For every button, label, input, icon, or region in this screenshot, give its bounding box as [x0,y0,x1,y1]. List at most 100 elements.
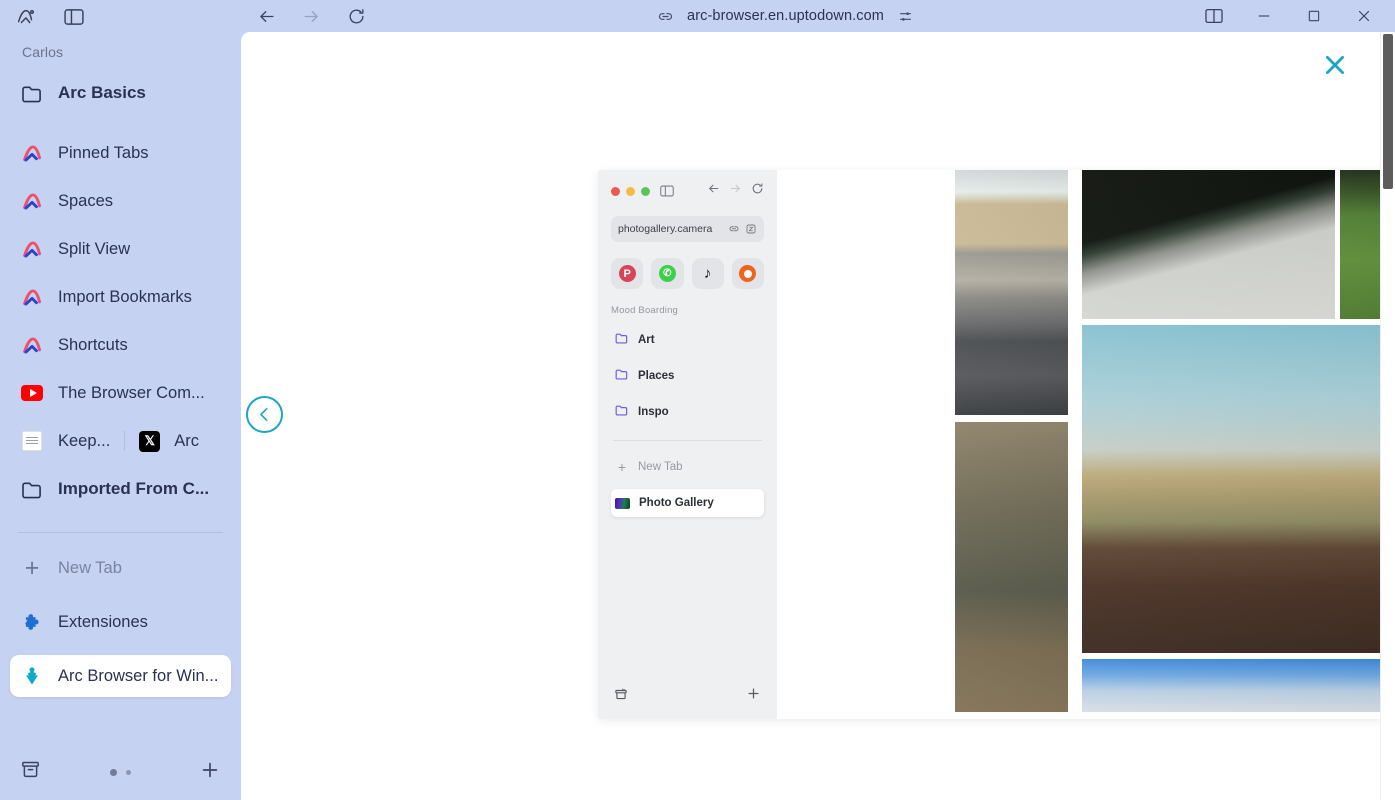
sidebar-folder-label: Imported From C... [58,479,210,498]
mock-nav-buttons [707,182,764,200]
photo-hedge-gravel-path[interactable] [1082,170,1335,319]
previous-image-button[interactable] [246,396,283,433]
sidebar-item-label: The Browser Com... [58,383,205,402]
mock-add-button[interactable] [746,686,761,706]
navigation-buttons [241,4,368,28]
mock-folder-label: Inspo [638,405,669,418]
photo-hanging-lamps-cafe[interactable] [955,422,1068,712]
close-overlay-button[interactable] [1320,50,1350,80]
add-space-button[interactable] [199,759,221,786]
mock-url-text: photogallery.camera [618,223,713,235]
mock-folder-inspo[interactable]: Inspo [611,398,764,425]
forward-icon[interactable] [299,4,323,28]
arc-logo-icon [20,189,44,213]
shortcut-pinterest-icon[interactable]: P [611,258,644,289]
plus-icon: + [24,553,40,582]
sidebar-item-label-keep[interactable]: Keep... [58,432,110,451]
sidebar-item-label: Spaces [58,191,114,210]
shortcut-tiktok-icon[interactable]: ♪ [691,258,724,289]
mock-archive-icon[interactable] [614,687,628,706]
arc-logo-icon [20,333,44,357]
sidebar-item-pinned-tabs[interactable]: Pinned Tabs [10,132,231,174]
space-dot [125,769,131,775]
sidebar-folder-imported[interactable]: Imported From C... [10,468,231,510]
sidebar-item-arc-browser-for-windows[interactable]: Arc Browser for Win... [10,655,231,697]
sidebar-folder-arc-basics[interactable]: Arc Basics [10,72,231,114]
folder-icon [615,331,629,349]
mock-reload-icon[interactable] [751,182,764,200]
youtube-icon [20,381,44,405]
folder-icon [615,403,629,421]
space-dots-indicator[interactable] [109,768,131,776]
window-controls [1203,5,1395,27]
x-twitter-icon: 𝕏 [139,429,161,453]
mock-maximize-dot[interactable] [641,186,650,196]
screenshot-preview[interactable]: photogallery.camera P ✆ ♪ Mood Boarding … [598,170,1395,719]
photo-gallery-favicon-icon [615,497,630,509]
split-view-icon[interactable] [1203,5,1225,27]
mock-new-tab-button[interactable]: + New Tab [611,453,764,480]
sidebar-bottom-bar [0,744,241,800]
maximize-button[interactable] [1303,5,1325,27]
mock-folder-label: Art [638,333,655,346]
sidebar-item-shortcuts[interactable]: Shortcuts [10,324,231,366]
mock-folder-art[interactable]: Art [611,326,764,353]
mock-new-tab-label: New Tab [638,460,683,473]
puzzle-icon [20,610,44,634]
sidebar-item-label-arc[interactable]: Arc [174,432,199,451]
settings-sliders-icon[interactable] [897,8,914,25]
mock-forward-icon[interactable] [729,182,742,200]
mock-folder-places[interactable]: Places [611,362,764,389]
close-button[interactable] [1353,5,1375,27]
link-icon [657,8,674,25]
sidebar-item-label: Import Bookmarks [58,287,192,306]
left-sidebar: Carlos Arc Basics Pinned Tabs Spaces Spl… [0,0,241,800]
mock-folder-label: Places [638,369,675,382]
sidebar-item-label: Shortcuts [58,335,128,354]
sidebar-item-spaces[interactable]: Spaces [10,180,231,222]
reload-icon[interactable] [344,4,368,28]
sidebar-item-split-view[interactable]: Split View [10,228,231,270]
sidebar-topbar [0,0,241,34]
url-text: arc-browser.en.uptodown.com [687,8,884,24]
sidebar-item-extensiones[interactable]: Extensiones [10,601,231,643]
photo-gallery-grid [777,170,1395,719]
sidebar-split-row: Keep... 𝕏 Arc [10,420,231,462]
mock-open-tab-photo-gallery[interactable]: Photo Gallery [611,489,764,517]
sidebar-new-tab-label: New Tab [58,558,122,577]
archive-icon[interactable] [20,759,41,785]
mock-sidebar-toggle-icon[interactable] [660,185,674,197]
scrollbar-thumb[interactable] [1383,34,1393,189]
sidebar-item-the-browser-company[interactable]: The Browser Com... [10,372,231,414]
photo-blue-sky-clouds[interactable] [1082,659,1395,712]
space-dot-active [109,768,117,776]
photo-aerial-beach-road[interactable] [955,170,1068,415]
mock-minimize-dot[interactable] [626,186,635,196]
mock-address-bar[interactable]: photogallery.camera [611,216,764,242]
mock-titlebar [611,182,764,200]
minimize-button[interactable] [1253,5,1275,27]
address-bar[interactable]: arc-browser.en.uptodown.com [368,8,1203,25]
browser-chrome-bar: arc-browser.en.uptodown.com [241,0,1395,32]
arc-logo-icon[interactable] [12,4,40,30]
mock-close-dot[interactable] [611,186,620,196]
mock-share-icon[interactable] [745,223,757,235]
sidebar-item-label: Extensiones [58,612,148,631]
sidebar-item-import-bookmarks[interactable]: Import Bookmarks [10,276,231,318]
sidebar-folder-label: Arc Basics [58,83,146,102]
mock-open-tab-label: Photo Gallery [639,497,714,509]
profile-name[interactable]: Carlos [0,34,241,66]
mock-link-icon[interactable] [728,223,740,235]
arc-logo-icon [20,237,44,261]
mock-back-icon[interactable] [707,182,720,200]
sidebar-item-list: Pinned Tabs Spaces Split View Import Boo… [0,122,241,518]
photo-desert-rooftop-loungers[interactable] [1082,325,1395,653]
sidebar-new-tab-button[interactable]: + New Tab [10,547,231,589]
page-scrollbar[interactable] [1380,32,1395,800]
shortcut-reddit-icon[interactable] [731,258,764,289]
back-icon[interactable] [254,4,278,28]
shortcut-whatsapp-icon[interactable]: ✆ [651,258,684,289]
arc-logo-icon [20,285,44,309]
sidebar-item-label: Arc Browser for Win... [58,666,219,685]
sidebar-toggle-icon[interactable] [60,4,88,30]
